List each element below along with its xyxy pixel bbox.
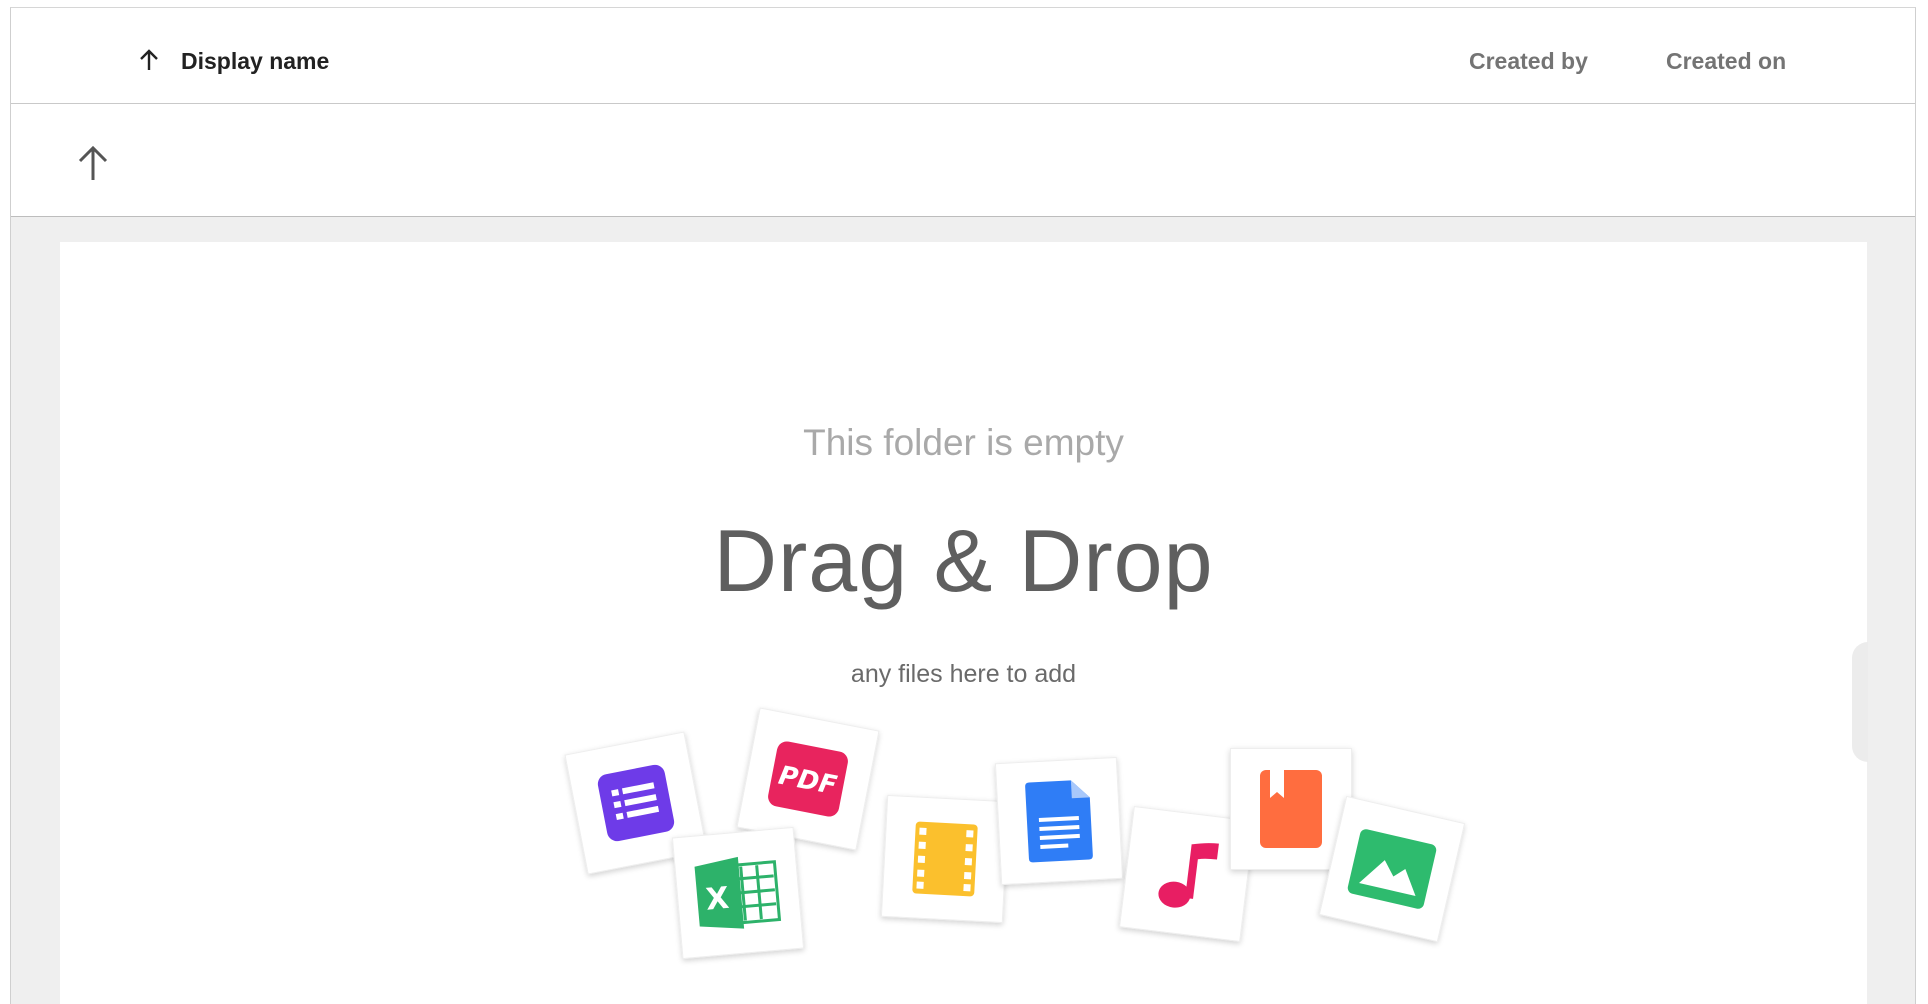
column-created-on[interactable]: Created on (1666, 8, 1786, 103)
svg-text:X: X (704, 881, 730, 918)
excel-icon: X (671, 826, 805, 960)
column-display-name[interactable]: Display name (181, 8, 329, 103)
arrow-up-icon[interactable] (71, 140, 115, 184)
drag-drop-headline: Drag & Drop (713, 511, 1214, 610)
parent-folder-row[interactable] (11, 104, 1915, 217)
column-header-row: Display name Created by Created on (11, 8, 1915, 104)
empty-folder-message: This folder is empty (803, 422, 1124, 463)
drop-area-background: This folder is empty Drag & Drop any fil… (11, 217, 1915, 1004)
drop-zone[interactable]: This folder is empty Drag & Drop any fil… (60, 242, 1868, 1004)
document-icon (994, 756, 1124, 886)
image-icon (1318, 795, 1466, 943)
side-scroll-handle[interactable] (1852, 642, 1868, 762)
column-created-by[interactable]: Created by (1469, 8, 1588, 103)
sort-ascending-icon[interactable] (136, 47, 162, 73)
file-browser: Display name Created by Created on This … (10, 7, 1916, 1004)
drag-drop-subtitle: any files here to add (850, 660, 1077, 688)
film-icon (880, 794, 1010, 924)
